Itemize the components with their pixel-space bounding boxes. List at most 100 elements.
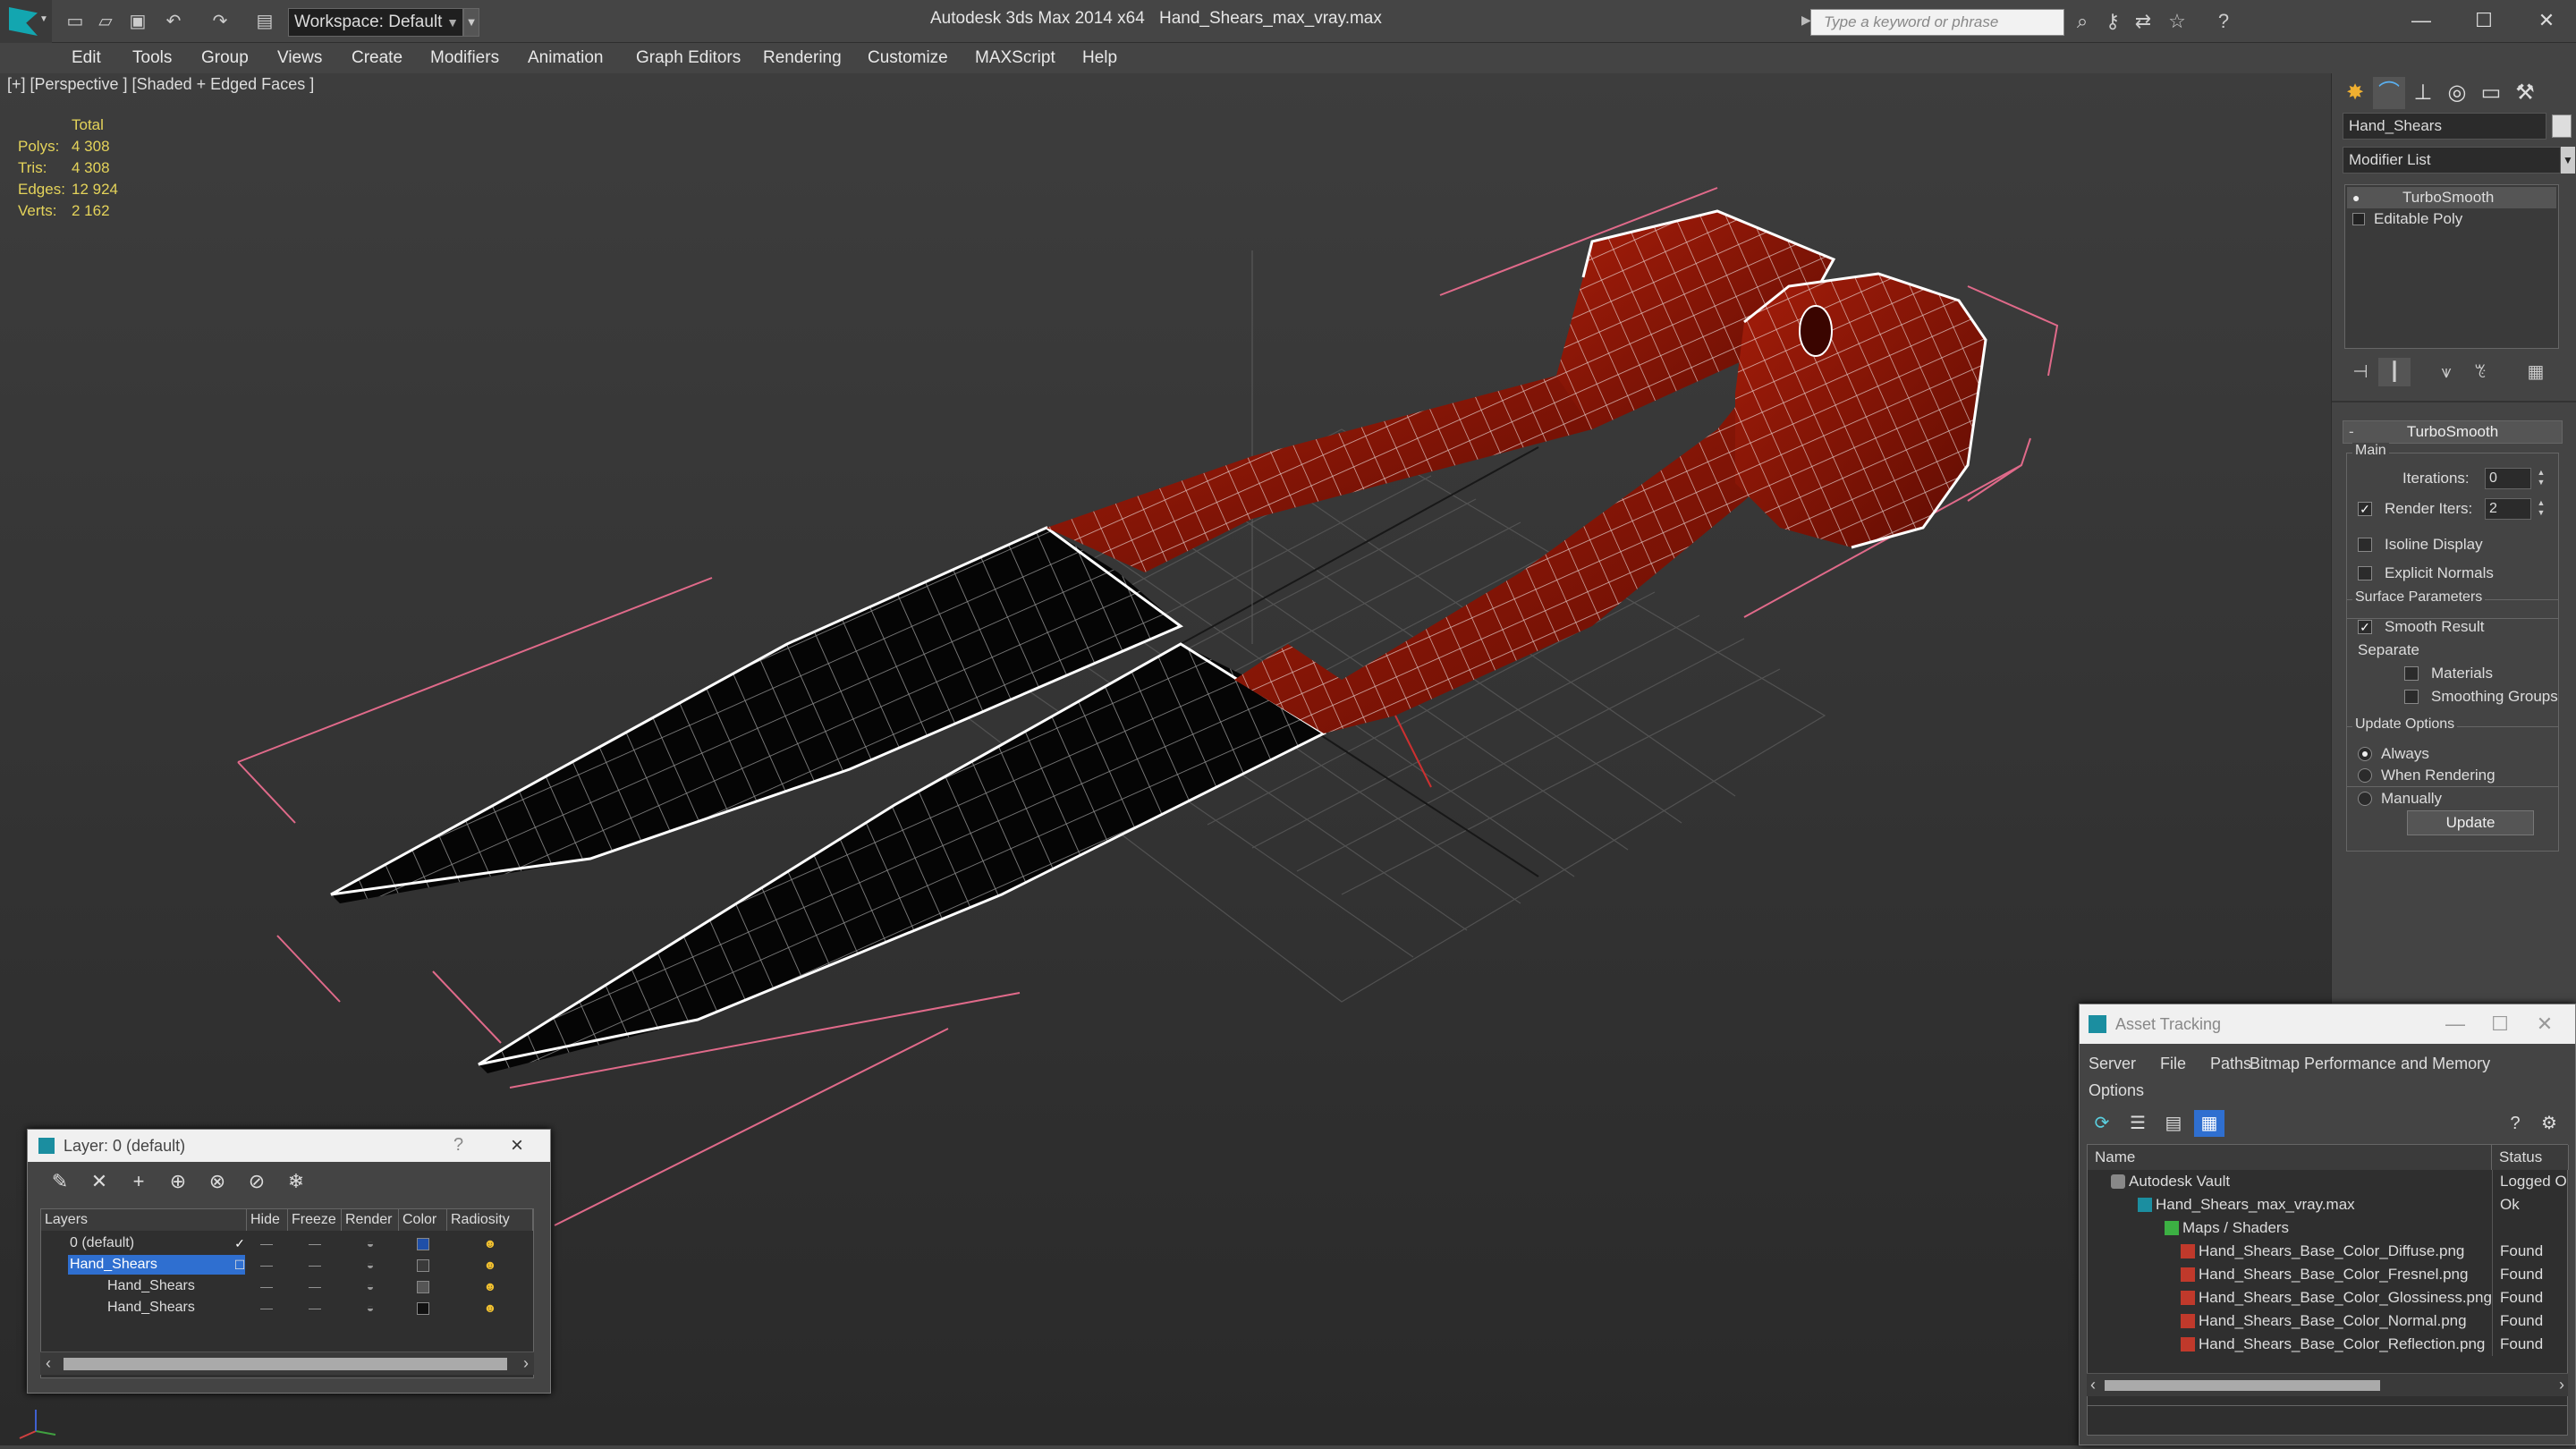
hierarchy-tab-icon[interactable]: ⊥ (2407, 77, 2439, 109)
stack-item-editable-poly[interactable]: Editable Poly (2347, 208, 2556, 230)
hide-all-icon[interactable]: ⊘ (242, 1167, 271, 1196)
current-layer-box-icon[interactable]: ☐ (229, 1254, 250, 1275)
asset-row[interactable]: Maps / Shaders (2088, 1216, 2567, 1240)
menu-rendering[interactable]: Rendering (763, 43, 842, 73)
menu-animation[interactable]: Animation (528, 43, 604, 73)
settings-icon[interactable]: ⚙ (2534, 1110, 2564, 1137)
isoline-display-checkbox[interactable] (2358, 538, 2372, 552)
app-logo-icon[interactable]: ▼ (0, 0, 52, 43)
delete-layer-icon[interactable]: ✕ (85, 1167, 114, 1196)
save-file-icon[interactable]: ▣ (127, 11, 148, 32)
menu-graph-editors[interactable]: Graph Editors (636, 43, 741, 73)
layer-row[interactable]: Hand_Shears — — ◒ ☻ (41, 1275, 533, 1297)
render-iters-spinner[interactable]: 2 (2485, 498, 2531, 520)
asset-row[interactable]: Hand_Shears_Base_Color_Normal.png Found (2088, 1309, 2567, 1333)
menu-tools[interactable]: Tools (132, 43, 172, 73)
minimize-button[interactable]: — (2399, 5, 2444, 36)
iterations-spinner-arrows[interactable]: ▲ ▼ (2535, 468, 2547, 489)
key-icon[interactable]: ⚷ (2100, 9, 2125, 34)
layer-color-swatch[interactable] (417, 1302, 429, 1315)
menu-help[interactable]: Help (1082, 43, 1117, 73)
object-color-swatch[interactable] (2552, 114, 2572, 138)
pin-stack-icon[interactable]: ⊣ (2344, 358, 2377, 386)
workspace-dropdown[interactable]: Workspace: Default ▼ (288, 8, 463, 37)
make-unique-icon[interactable]: ⩛ (2430, 358, 2462, 386)
layer-dialog-help-button[interactable]: ? (453, 1135, 463, 1156)
remove-modifier-icon[interactable]: ꔳ (2464, 358, 2496, 386)
asset-row[interactable]: Hand_Shears_Base_Color_Glossiness.png Fo… (2088, 1286, 2567, 1309)
asset-row[interactable]: Autodesk Vault Logged O (2088, 1170, 2567, 1193)
new-file-icon[interactable]: ▭ (64, 11, 86, 32)
lightbulb-icon[interactable]: ● (2352, 191, 2365, 204)
object-name-field[interactable]: Hand_Shears (2343, 113, 2546, 140)
binoculars-icon[interactable]: ⌕ (2070, 9, 2095, 34)
render-teapot-icon[interactable]: ◒ (360, 1297, 381, 1318)
asset-horizontal-scrollbar[interactable]: ‹ › (2087, 1373, 2568, 1396)
utilities-tab-icon[interactable]: ⚒ (2509, 77, 2541, 109)
scrollbar-thumb[interactable] (64, 1358, 507, 1370)
hide-toggle[interactable]: — (256, 1233, 277, 1254)
layer-color-swatch[interactable] (417, 1238, 429, 1250)
layer-dialog-titlebar[interactable]: Layer: 0 (default) ? × (28, 1130, 550, 1162)
detail-view-icon[interactable]: ▤ (2158, 1110, 2189, 1137)
expand-box-icon[interactable] (2352, 213, 2365, 225)
asset-tracking-titlebar[interactable]: Asset Tracking — ☐ ✕ (2080, 1004, 2575, 1044)
modify-tab-icon[interactable]: ⌒ (2373, 77, 2405, 109)
layer-row[interactable]: 0 (default) ✓ — — ◒ ☻ (41, 1233, 533, 1254)
stack-item-turbosmooth[interactable]: ● TurboSmooth (2347, 187, 2556, 208)
menu-maxscript[interactable]: MAXScript (975, 43, 1055, 73)
configure-sets-icon[interactable]: ▦ (2520, 358, 2552, 386)
menu-modifiers[interactable]: Modifiers (430, 43, 499, 73)
layer-row[interactable]: Hand_Shears — — ◒ ☻ (41, 1297, 533, 1318)
minimize-button[interactable]: — (2437, 1012, 2473, 1037)
undo-icon[interactable]: ↶ (163, 11, 184, 32)
close-button[interactable]: ✕ (2527, 1012, 2563, 1037)
render-teapot-icon[interactable]: ◒ (360, 1233, 381, 1254)
radiosity-icon[interactable]: ☻ (479, 1233, 501, 1254)
layer-color-swatch[interactable] (417, 1259, 429, 1272)
column-freeze[interactable]: Freeze (288, 1209, 342, 1231)
project-folder-icon[interactable]: ▤ (254, 11, 275, 32)
column-status[interactable]: Status (2492, 1145, 2569, 1170)
render-teapot-icon[interactable]: ◒ (360, 1254, 381, 1275)
show-end-result-icon[interactable]: ┃ (2378, 358, 2411, 386)
radiosity-icon[interactable]: ☻ (479, 1275, 501, 1297)
asset-row[interactable]: Hand_Shears_Base_Color_Reflection.png Fo… (2088, 1333, 2567, 1356)
render-iters-checkbox[interactable]: ✓ (2358, 502, 2372, 516)
freeze-toggle[interactable]: — (304, 1254, 326, 1275)
menu-views[interactable]: Views (277, 43, 322, 73)
star-icon[interactable]: ☆ (2165, 9, 2190, 34)
menu-customize[interactable]: Customize (868, 43, 948, 73)
iterations-spinner[interactable]: 0 (2485, 468, 2531, 489)
help-icon[interactable]: ? (2211, 9, 2236, 34)
freeze-all-icon[interactable]: ❄ (282, 1167, 310, 1196)
create-tab-icon[interactable]: ✸ (2339, 77, 2371, 109)
smooth-result-checkbox[interactable]: ✓ (2358, 620, 2372, 634)
asset-row[interactable]: Hand_Shears_Base_Color_Diffuse.png Found (2088, 1240, 2567, 1263)
update-button[interactable]: Update (2407, 810, 2534, 835)
asset-row[interactable]: Hand_Shears_Base_Color_Fresnel.png Found (2088, 1263, 2567, 1286)
explicit-normals-checkbox[interactable] (2358, 566, 2372, 580)
motion-tab-icon[interactable]: ◎ (2441, 77, 2473, 109)
modifier-list-dropdown[interactable]: Modifier List (2343, 147, 2561, 174)
menu-create[interactable]: Create (352, 43, 402, 73)
close-icon[interactable]: × (511, 1133, 523, 1158)
open-file-icon[interactable]: ▱ (95, 11, 116, 32)
help-icon[interactable]: ? (2500, 1110, 2530, 1137)
always-radio[interactable] (2358, 747, 2372, 761)
menu-server[interactable]: Server (2089, 1055, 2136, 1073)
column-render[interactable]: Render (342, 1209, 399, 1231)
smoothing-groups-checkbox[interactable] (2404, 690, 2419, 704)
manually-radio[interactable] (2358, 792, 2372, 806)
column-hide[interactable]: Hide (247, 1209, 288, 1231)
menu-file[interactable]: File (2160, 1055, 2186, 1073)
column-color[interactable]: Color (399, 1209, 447, 1231)
add-to-layer-icon[interactable]: + (124, 1167, 153, 1196)
menu-bitmap-performance[interactable]: Bitmap Performance and Memory (2250, 1055, 2490, 1073)
hide-toggle[interactable]: — (256, 1254, 277, 1275)
refresh-icon[interactable]: ⟳ (2087, 1110, 2117, 1137)
menu-edit[interactable]: Edit (72, 43, 101, 73)
maximize-button[interactable]: ☐ (2482, 1012, 2518, 1037)
current-layer-check-icon[interactable]: ✓ (229, 1233, 250, 1254)
materials-checkbox[interactable] (2404, 666, 2419, 681)
